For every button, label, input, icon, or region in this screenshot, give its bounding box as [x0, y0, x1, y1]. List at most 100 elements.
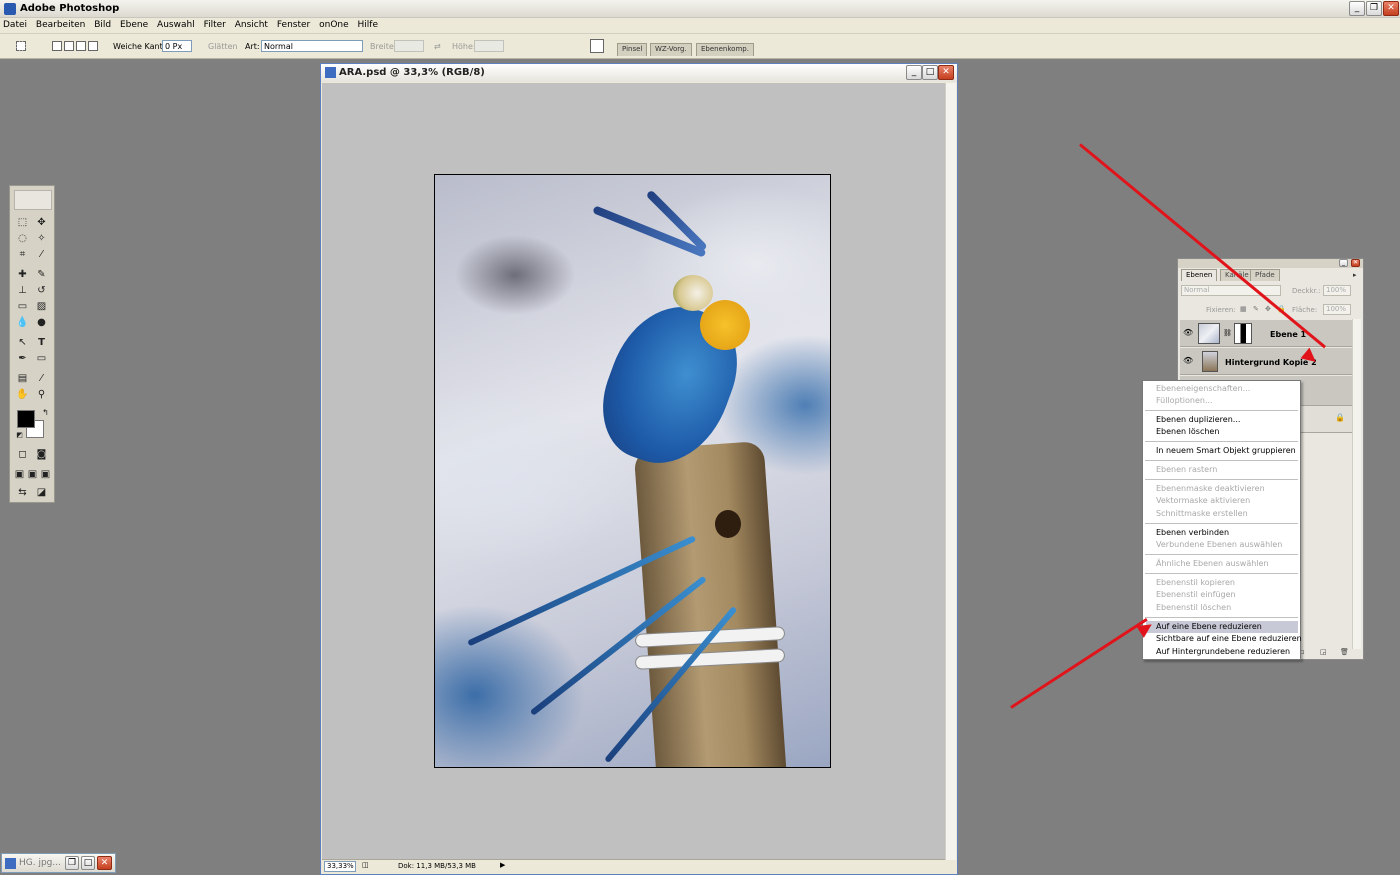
menu-item-smart-objekt[interactable]: In neuem Smart Objekt gruppieren	[1156, 445, 1296, 457]
menu-item-aehnliche-ebenen[interactable]: Ähnliche Ebenen auswählen	[1156, 558, 1269, 570]
visibility-eye-icon[interactable]: 👁	[1183, 356, 1194, 365]
dock-tab-ebenenkomp[interactable]: Ebenenkomp.	[696, 43, 754, 56]
feather-input[interactable]: 0 Px	[162, 40, 192, 52]
status-menu-arrow-icon[interactable]: ▶	[500, 861, 505, 869]
doc-minimize-button[interactable]: _	[906, 65, 922, 80]
foreground-color-swatch[interactable]	[17, 410, 35, 428]
marquee-tool-icon[interactable]	[16, 41, 26, 51]
crop-icon[interactable]: ⌗	[15, 248, 30, 262]
tab-ebenen[interactable]: Ebenen	[1181, 269, 1218, 281]
jump-icon[interactable]: ◪	[34, 486, 49, 500]
opacity-input[interactable]: 100%	[1323, 285, 1351, 296]
path-select-icon[interactable]: ↖	[15, 336, 30, 350]
layer-row[interactable]: 👁 ⛓ Ebene 1	[1180, 320, 1352, 347]
menu-item-ebenenstil-einfuegen[interactable]: Ebenenstil einfügen	[1156, 589, 1236, 601]
menu-item-ebenenstil-kopieren[interactable]: Ebenenstil kopieren	[1156, 577, 1235, 589]
eraser-icon[interactable]: ▭	[15, 300, 30, 314]
style-select[interactable]: Normal	[261, 40, 363, 52]
width-input[interactable]	[394, 40, 424, 52]
move-icon[interactable]: ✥	[34, 216, 49, 230]
menu-ebene[interactable]: Ebene	[117, 18, 151, 32]
menu-item-schnittmaske-erstellen[interactable]: Schnittmaske erstellen	[1156, 508, 1248, 520]
swap-colors-icon[interactable]: ↰	[38, 406, 53, 420]
imageready-icon[interactable]: ⇆	[15, 486, 30, 500]
menu-bearbeiten[interactable]: Bearbeiten	[33, 18, 88, 32]
fill-input[interactable]: 100%	[1323, 304, 1351, 315]
menu-item-ebeneneigenschaften[interactable]: Ebeneneigenschaften...	[1156, 383, 1250, 395]
document-titlebar[interactable]: ARA.psd @ 33,3% (RGB/8) _ □ ✕	[321, 64, 957, 82]
delete-layer-icon[interactable]: 🗑	[1340, 648, 1349, 656]
menu-item-ebenen-rastern[interactable]: Ebenen rastern	[1156, 464, 1217, 476]
healing-brush-icon[interactable]: ✚	[15, 268, 30, 282]
menu-item-ebenen-verbinden[interactable]: Ebenen verbinden	[1156, 527, 1229, 539]
zoom-icon[interactable]: ⚲	[34, 388, 49, 402]
rect-marquee-icon[interactable]: ⬚	[15, 216, 30, 230]
lasso-icon[interactable]: ◌	[15, 232, 30, 246]
menu-item-ebenenmaske-deaktivieren[interactable]: Ebenenmaske deaktivieren	[1156, 483, 1265, 495]
panel-close-button[interactable]: ✕	[1351, 259, 1360, 267]
menu-item-ebenen-duplizieren[interactable]: Ebenen duplizieren...	[1156, 414, 1240, 426]
menu-item-ebenenstil-loeschen[interactable]: Ebenenstil löschen	[1156, 602, 1231, 614]
menu-item-hintergrundebene-reduzieren[interactable]: Auf Hintergrundebene reduzieren	[1156, 646, 1290, 658]
magic-wand-icon[interactable]: ✧	[34, 232, 49, 246]
screen-mode-full-menu-icon[interactable]: ▣	[26, 468, 39, 482]
panel-minimize-button[interactable]: _	[1339, 259, 1348, 267]
status-icon[interactable]: ◫	[362, 861, 369, 869]
brush-icon[interactable]: ✎	[34, 268, 49, 282]
menu-filter[interactable]: Filter	[201, 18, 229, 32]
dodge-icon[interactable]: ●	[34, 316, 49, 330]
visibility-eye-icon[interactable]: 👁	[1183, 328, 1194, 337]
pen-icon[interactable]: ✒	[15, 352, 30, 366]
close-button[interactable]: ✕	[1383, 1, 1399, 16]
hand-icon[interactable]: ✋	[15, 388, 30, 402]
intersect-selection-icon[interactable]	[88, 41, 98, 51]
dock-tab-wz-vorg[interactable]: WZ-Vorg.	[650, 43, 692, 56]
type-icon[interactable]: T	[34, 336, 49, 350]
notes-icon[interactable]: ▤	[15, 372, 30, 386]
parrot-photo[interactable]	[434, 174, 831, 768]
shape-icon[interactable]: ▭	[34, 352, 49, 366]
height-input[interactable]	[474, 40, 504, 52]
lock-position-icon[interactable]: ✥	[1265, 305, 1271, 313]
blur-icon[interactable]: 💧	[15, 316, 30, 330]
menu-item-fuelloptionen[interactable]: Fülloptionen...	[1156, 395, 1213, 407]
menu-hilfe[interactable]: Hilfe	[355, 18, 381, 32]
menu-item-auf-eine-ebene-reduzieren[interactable]: Auf eine Ebene reduzieren	[1146, 621, 1298, 633]
screen-mode-standard-icon[interactable]: ▣	[13, 468, 26, 482]
menu-datei[interactable]: Datei	[0, 18, 30, 32]
antialias-checkbox[interactable]: Glätten	[208, 42, 238, 51]
palette-well-icon[interactable]	[590, 39, 604, 53]
menu-ansicht[interactable]: Ansicht	[232, 18, 271, 32]
new-layer-icon[interactable]: ◲	[1320, 648, 1327, 656]
vertical-scrollbar[interactable]	[945, 83, 956, 860]
restore-button[interactable]: ❐	[1366, 1, 1382, 16]
add-selection-icon[interactable]	[64, 41, 74, 51]
layers-scrollbar[interactable]	[1352, 319, 1361, 649]
slice-icon[interactable]: ⁄	[34, 248, 49, 262]
menu-item-vektormaske-aktivieren[interactable]: Vektormaske aktivieren	[1156, 495, 1250, 507]
new-selection-icon[interactable]	[52, 41, 62, 51]
layer-row[interactable]: 👁 Hintergrund Kopie 2	[1180, 348, 1352, 375]
menu-fenster[interactable]: Fenster	[274, 18, 313, 32]
swap-icon[interactable]: ⇄	[434, 42, 441, 51]
menu-item-ebenen-loeschen[interactable]: Ebenen löschen	[1156, 426, 1219, 438]
default-colors-icon[interactable]: ◩	[12, 428, 27, 442]
doc-close-button[interactable]: ✕	[938, 65, 954, 80]
menu-item-verbundene-ebenen[interactable]: Verbundene Ebenen auswählen	[1156, 539, 1282, 551]
clone-stamp-icon[interactable]: ⊥	[15, 284, 30, 298]
doc-maximize-button[interactable]: □	[922, 65, 938, 80]
minimize-button[interactable]: _	[1349, 1, 1365, 16]
layers-panel-header[interactable]: _ ✕	[1178, 259, 1363, 268]
screen-mode-full-icon[interactable]: ▣	[39, 468, 52, 482]
lock-image-icon[interactable]: ✎	[1253, 305, 1259, 313]
zoom-field[interactable]: 33,33%	[324, 861, 356, 872]
menu-bild[interactable]: Bild	[91, 18, 114, 32]
subtract-selection-icon[interactable]	[76, 41, 86, 51]
lock-transparency-icon[interactable]: ▦	[1240, 305, 1247, 313]
blend-mode-select[interactable]: Normal	[1181, 285, 1281, 296]
standard-mode-icon[interactable]: ◻	[15, 448, 30, 462]
menu-onone[interactable]: onOne	[316, 18, 352, 32]
min-restore-button[interactable]: ❐	[65, 856, 79, 870]
min-close-button[interactable]: ✕	[97, 856, 112, 870]
dock-tab-pinsel[interactable]: Pinsel	[617, 43, 648, 56]
